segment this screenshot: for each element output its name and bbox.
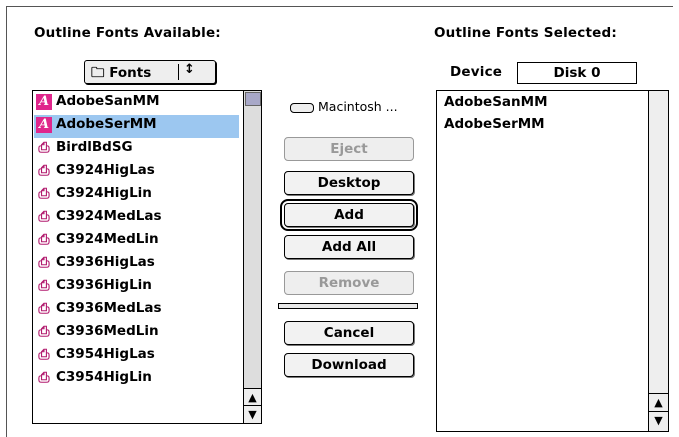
font-list-item[interactable]: ⎙ C3936MedLas [34,299,239,322]
disk-name-label: Macintosh ... [318,99,398,114]
printer-font-icon: ⎙ [38,324,50,340]
font-name: C3936HigLin [56,277,152,293]
font-name: C3954HigLas [56,346,155,362]
scroll-down-arrow-icon[interactable]: ▼ [649,411,668,429]
font-list-item[interactable]: ⎙ BirdlBdSG [34,138,239,161]
font-list-item[interactable]: ⎙ C3936MedLin [34,322,239,345]
font-name: C3924HigLas [56,162,155,178]
cancel-button[interactable]: Cancel [284,321,414,345]
button-divider [278,303,418,309]
printer-font-icon: ⎙ [38,301,50,317]
printer-font-icon: ⎙ [38,209,50,225]
adobe-mm-icon: A [36,94,52,110]
available-fonts-label: Outline Fonts Available: [34,25,221,41]
font-name: BirdlBdSG [56,139,133,155]
font-list-item[interactable]: ⎙ C3924HigLas [34,161,239,184]
font-name: C3924MedLas [56,208,162,224]
selected-fonts-label: Outline Fonts Selected: [434,25,617,41]
eject-button[interactable]: Eject [284,137,414,161]
device-label: Device [450,64,503,80]
scroll-up-arrow-icon[interactable]: ▲ [649,393,668,411]
font-list-item[interactable]: ⎙ C3924MedLas [34,207,239,230]
folder-popup-menu[interactable]: 🗀 Fonts ↕ [84,60,216,84]
font-list-item[interactable]: A AdobeSanMM [34,92,239,115]
popup-divider [178,64,179,80]
font-name: C3924MedLin [56,231,159,247]
font-list-item[interactable]: ⎙ C3954HigLas [34,345,239,368]
disk-name: Macintosh ... [290,99,398,114]
printer-font-icon: ⎙ [38,163,50,179]
printer-font-icon: ⎙ [38,186,50,202]
folder-icon: 🗀 [91,65,105,81]
font-name: C3954HigLin [56,369,152,385]
font-list-item[interactable]: ⎙ C3954HigLin [34,368,239,391]
selected-font-item[interactable]: AdobeSerMM [444,116,545,132]
printer-font-icon: ⎙ [38,232,50,248]
adobe-mm-icon: A [36,117,52,133]
folder-popup-value: Fonts [109,65,152,81]
font-list-item[interactable]: A AdobeSerMM [34,115,239,138]
remove-button[interactable]: Remove [284,271,414,295]
desktop-button[interactable]: Desktop [284,171,414,195]
scroll-down-arrow-icon[interactable]: ▼ [244,405,261,423]
printer-font-icon: ⎙ [38,347,50,363]
available-fonts-list[interactable]: ⎙ C3954HigLin ⎙ C3954HigLas ⎙ C3936MedLin ⎙ C39… [32,90,262,424]
font-name: AdobeSerMM [56,116,157,132]
printer-font-icon: ⎙ [38,255,50,271]
font-list-item[interactable]: ⎙ C3924HigLin [34,184,239,207]
printer-font-icon: ⎙ [38,370,50,386]
add-all-button[interactable]: Add All [284,235,414,259]
font-list-item[interactable]: ⎙ C3924MedLin [34,230,239,253]
font-list-item[interactable]: ⎙ C3936HigLas [34,253,239,276]
available-list-scrollbar[interactable]: ▲ ▼ [243,91,261,423]
scroll-thumb[interactable] [245,92,261,106]
font-name: C3936MedLin [56,323,159,339]
add-button[interactable]: Add [280,199,418,231]
font-name: C3924HigLin [56,185,152,201]
font-name: C3936MedLas [56,300,162,316]
printer-font-icon: ⎙ [38,278,50,294]
device-field[interactable]: Disk 0 [517,62,637,84]
font-name: C3936HigLas [56,254,155,270]
download-button[interactable]: Download [284,353,414,377]
selected-fonts-list[interactable]: AdobeSerMM AdobeSanMM ▲ ▼ [436,90,669,432]
printer-font-icon: ⎙ [38,140,50,156]
download-fonts-dialog: Outline Fonts Available: Outline Fonts S… [0,0,679,437]
up-down-arrows-icon: ↕ [184,62,195,77]
selected-list-scrollbar[interactable]: ▲ ▼ [648,91,668,431]
font-name: AdobeSanMM [56,93,160,109]
scroll-up-arrow-icon[interactable]: ▲ [244,388,261,406]
hard-disk-icon [290,102,314,113]
font-list-item[interactable]: ⎙ C3936HigLin [34,276,239,299]
selected-font-item[interactable]: AdobeSanMM [444,94,548,110]
